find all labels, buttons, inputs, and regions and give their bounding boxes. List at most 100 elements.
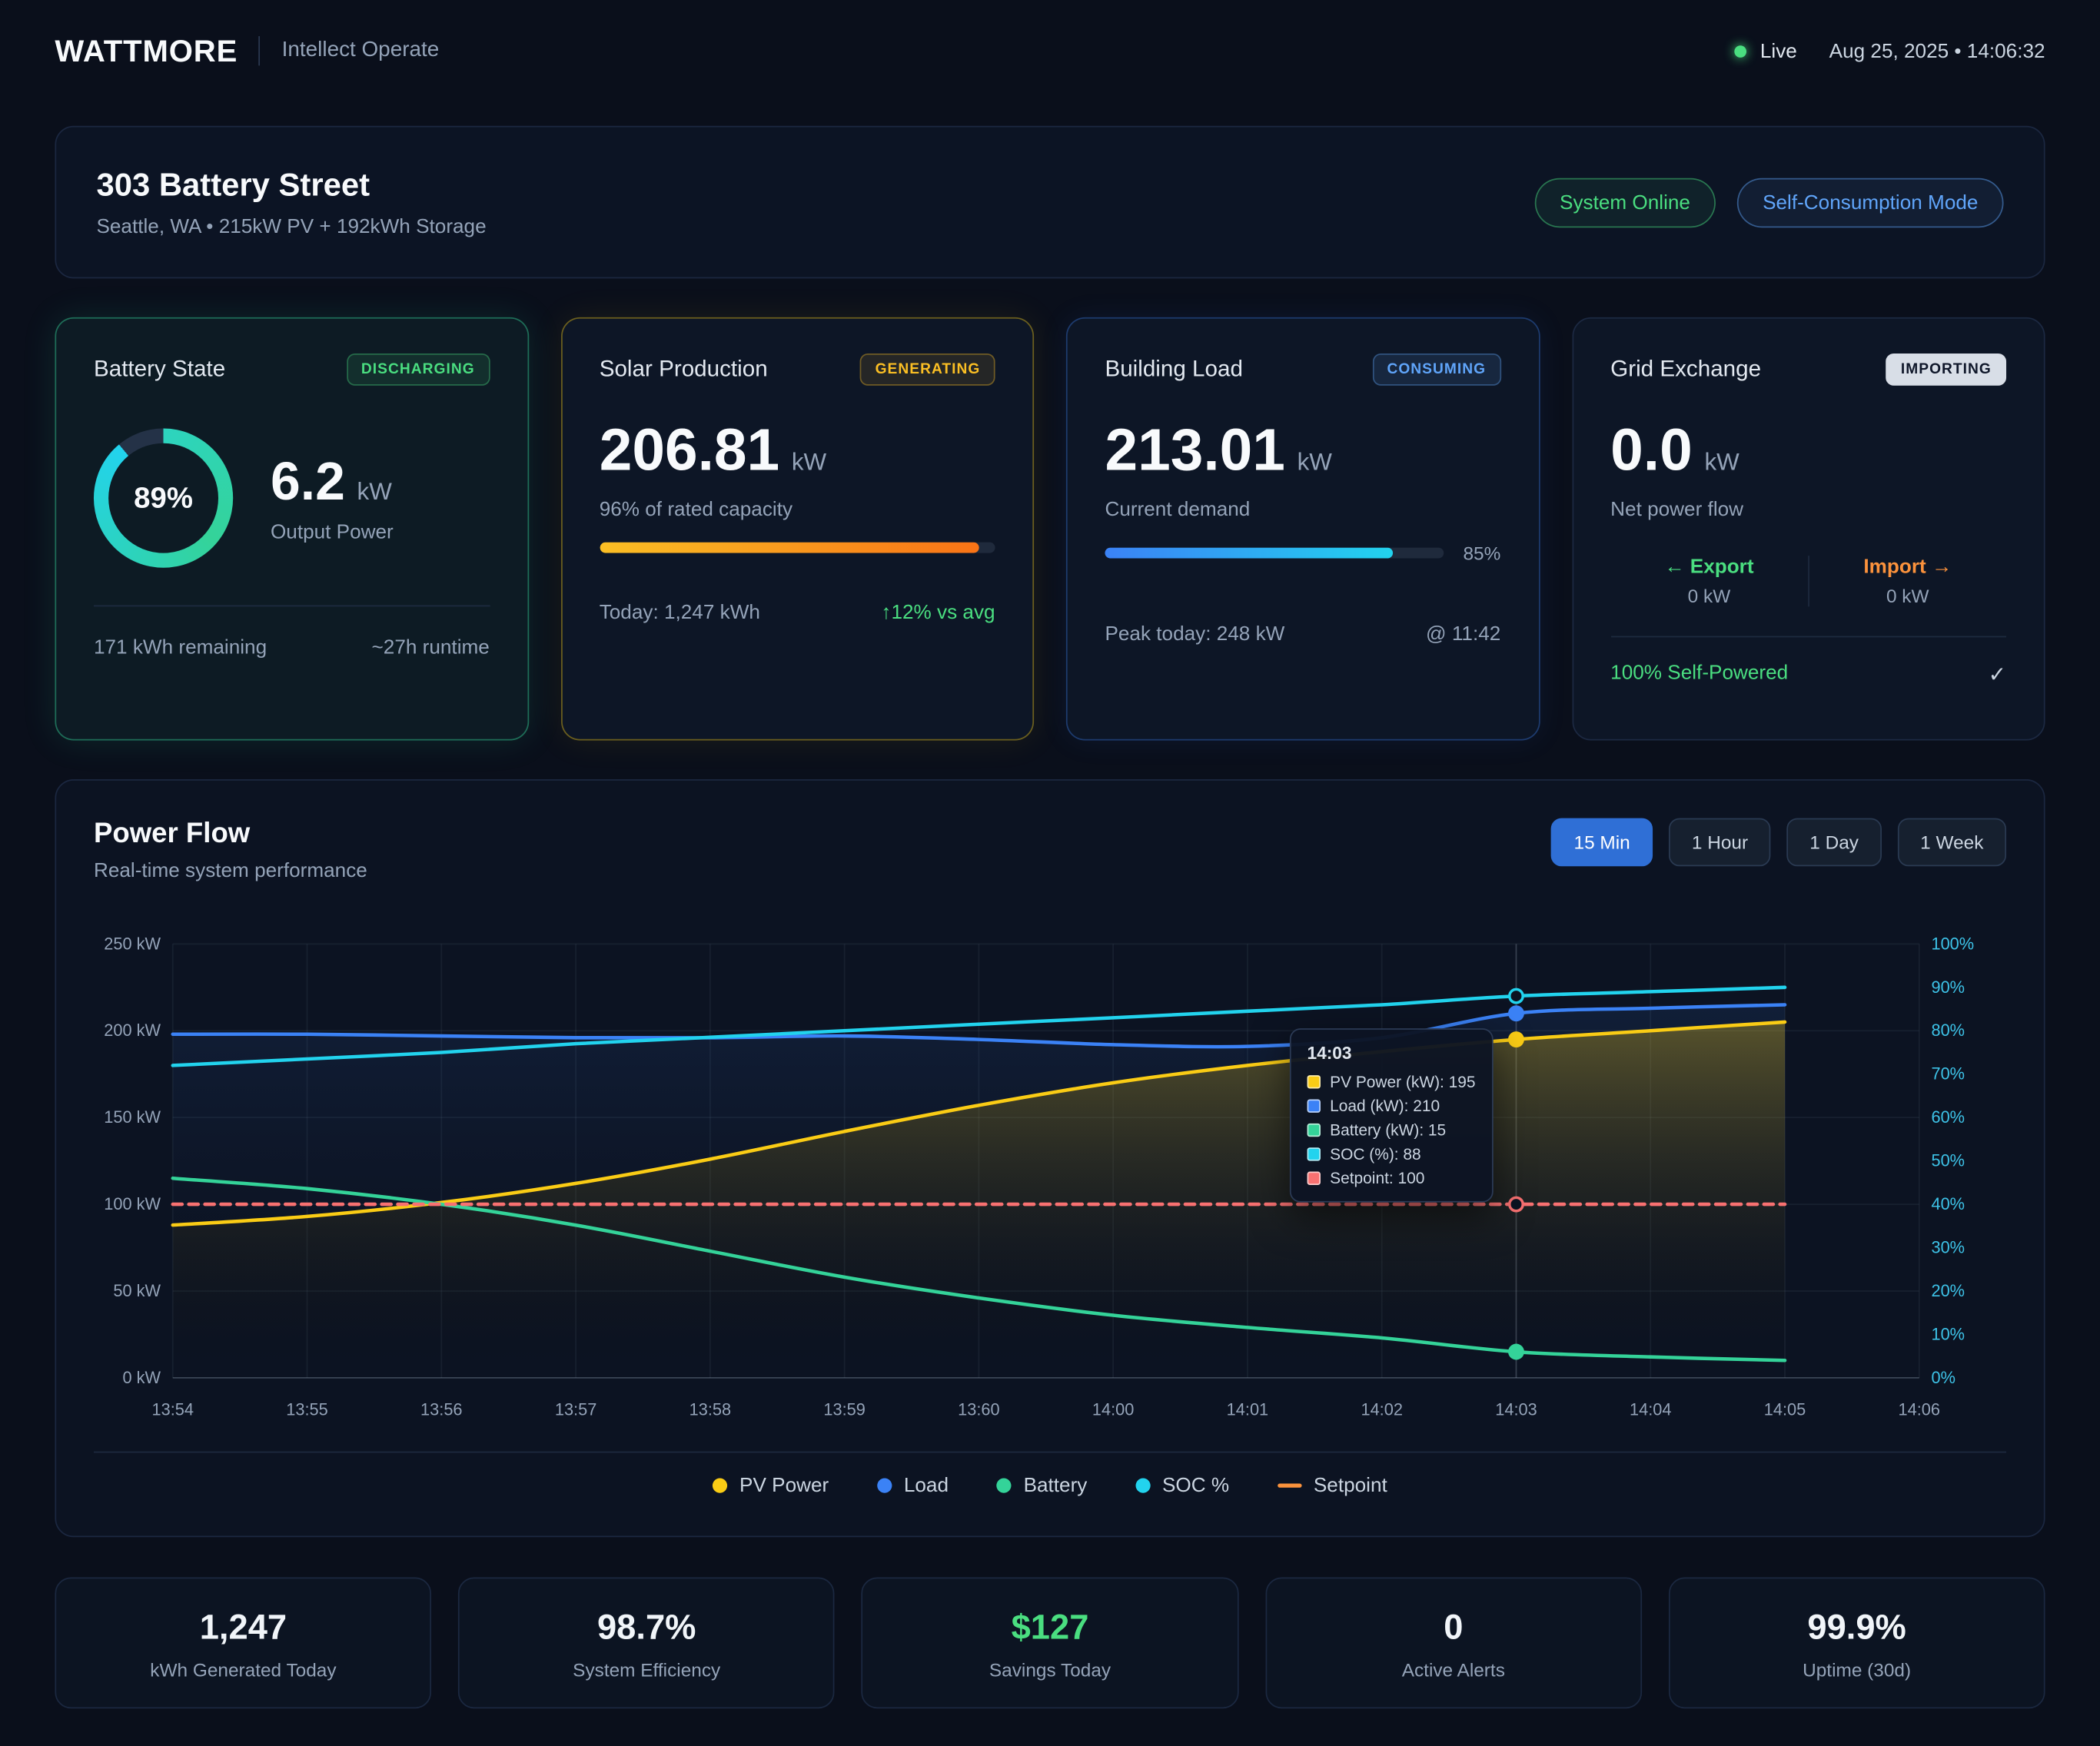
svg-text:13:60: 13:60	[958, 1400, 999, 1419]
marker-soc	[1510, 989, 1523, 1002]
load-peak-time: @ 11:42	[1426, 622, 1500, 646]
top-bar: WATTMORE Intellect Operate Live Aug 25, …	[55, 0, 2045, 75]
svg-text:0%: 0%	[1931, 1368, 1955, 1387]
stat-label: System Efficiency	[573, 1658, 720, 1680]
power-flow-card: Power Flow Real-time system performance …	[55, 779, 2045, 1537]
load-legend-swatch	[877, 1479, 892, 1493]
chart-tooltip: 14:03 PV Power (kW): 195 Load (kW): 210 Ba…	[1290, 1028, 1494, 1203]
load-unit: kW	[1298, 449, 1332, 477]
summary-stats-row: 1,247kWh Generated Today 98.7% System Effi…	[55, 1577, 2045, 1708]
svg-text:90%: 90%	[1931, 978, 1965, 997]
site-details: Seattle, WA • 215kW PV + 192kWh Storage	[96, 215, 486, 238]
marker-battery	[1508, 1344, 1524, 1360]
stat-card-kwh-generated-today: 1,247kWh Generated Today	[55, 1577, 431, 1708]
svg-text:20%: 20%	[1931, 1281, 1965, 1300]
solar-status-badge: GENERATING	[860, 354, 995, 386]
tooltip-swatch	[1308, 1075, 1321, 1088]
solar-production-card: Solar Production GENERATING 206.81 kW 96…	[560, 317, 1034, 741]
battery-status-badge: DISCHARGING	[347, 354, 490, 386]
load-demand-label: Current demand	[1105, 498, 1500, 521]
live-indicator-dot	[1735, 45, 1747, 57]
brand-divider	[259, 36, 261, 65]
legend-item-battery[interactable]: Battery	[997, 1474, 1088, 1497]
grid-unit: kW	[1704, 449, 1739, 477]
svg-text:0 kW: 0 kW	[122, 1368, 161, 1387]
power-flow-title: Power Flow	[94, 818, 367, 851]
grid-export-label: ← Export	[1610, 556, 1808, 579]
battery-power-label: Output Power	[271, 521, 394, 544]
tooltip-row: Battery (kW): 15	[1308, 1120, 1477, 1139]
tooltip-swatch	[1308, 1124, 1321, 1137]
svg-text:13:58: 13:58	[689, 1400, 731, 1419]
legend-item-load[interactable]: Load	[877, 1474, 949, 1497]
svg-text:200 kW: 200 kW	[104, 1021, 161, 1040]
stat-value: 0	[1444, 1606, 1463, 1648]
legend-item-pv-power[interactable]: PV Power	[713, 1474, 829, 1497]
svg-text:30%: 30%	[1931, 1237, 1965, 1256]
battery-power-unit: kW	[357, 478, 392, 506]
site-badge-self-consumption-mode[interactable]: Self-Consumption Mode	[1737, 178, 2004, 227]
svg-text:13:56: 13:56	[420, 1400, 462, 1419]
solar-progress-track	[600, 543, 995, 553]
legend-item-setpoint[interactable]: Setpoint	[1278, 1474, 1387, 1497]
tooltip-swatch	[1308, 1147, 1321, 1160]
legend-item-soc[interactable]: SOC %	[1135, 1474, 1229, 1497]
svg-text:14:04: 14:04	[1630, 1400, 1671, 1419]
live-label: Live	[1760, 39, 1797, 62]
load-progress-fill	[1105, 548, 1393, 559]
stat-value: 98.7%	[597, 1606, 696, 1648]
tooltip-row: Load (kW): 210	[1308, 1097, 1477, 1115]
solar-value: 206.81	[600, 418, 779, 485]
svg-text:70%: 70%	[1931, 1064, 1965, 1084]
stat-value: $127	[1012, 1606, 1089, 1648]
range-button-1-day[interactable]: 1 Day	[1787, 818, 1882, 867]
tooltip-title: 14:03	[1308, 1043, 1477, 1063]
marker-pv-power	[1508, 1031, 1524, 1047]
solar-capacity-label: 96% of rated capacity	[600, 498, 995, 521]
range-button-1-week[interactable]: 1 Week	[1898, 818, 2007, 867]
setpoint-legend-swatch	[1278, 1484, 1301, 1488]
svg-text:40%: 40%	[1931, 1194, 1965, 1213]
solar-vs-avg: ↑12% vs avg	[881, 601, 995, 624]
range-button-1-hour[interactable]: 1 Hour	[1669, 818, 1770, 867]
chart-legend-divider	[94, 1452, 2006, 1453]
range-button-15-min[interactable]: 15 Min	[1551, 818, 1653, 867]
svg-text:13:59: 13:59	[823, 1400, 865, 1419]
tooltip-row: PV Power (kW): 195	[1308, 1073, 1477, 1091]
battery-legend-swatch	[997, 1479, 1012, 1493]
stat-card-savings-today: $127Savings Today	[862, 1577, 1238, 1708]
site-badge-system-online[interactable]: System Online	[1534, 178, 1716, 227]
chart-legend: PV Power Load Battery SOC % Setpoint	[94, 1474, 2006, 1497]
grid-import-value: 0 kW	[1809, 585, 2006, 606]
battery-state-card: Battery State DISCHARGING 89% 6.2 kW Out…	[55, 317, 528, 741]
svg-text:14:02: 14:02	[1361, 1400, 1402, 1419]
tooltip-row: SOC (%): 88	[1308, 1145, 1477, 1163]
load-progress-track	[1105, 548, 1444, 559]
tooltip-swatch	[1308, 1099, 1321, 1112]
svg-text:14:00: 14:00	[1092, 1400, 1134, 1419]
svg-text:150 kW: 150 kW	[104, 1107, 161, 1127]
solar-unit: kW	[792, 449, 826, 477]
solar-card-title: Solar Production	[600, 356, 768, 383]
load-peak-today: Peak today: 248 kW	[1105, 622, 1284, 646]
grid-import-label: Import →	[1809, 556, 2006, 579]
grid-value: 0.0	[1610, 418, 1693, 485]
svg-text:14:01: 14:01	[1227, 1400, 1268, 1419]
brand-logo: WATTMORE	[55, 33, 238, 69]
grid-card-divider	[1610, 636, 2006, 638]
dashboard: WATTMORE Intellect Operate Live Aug 25, …	[0, 0, 2100, 1746]
grid-card-title: Grid Exchange	[1610, 356, 1761, 383]
battery-card-divider	[94, 606, 490, 607]
grid-exchange-card: Grid Exchange IMPORTING 0.0 kW Net power…	[1572, 317, 2045, 741]
stat-card-system-efficiency: 98.7% System Efficiency	[458, 1577, 835, 1708]
grid-export-value: 0 kW	[1610, 585, 1808, 606]
stat-value: 1,247	[200, 1606, 287, 1648]
grid-status-badge: IMPORTING	[1886, 354, 2006, 386]
datetime: Aug 25, 2025 • 14:06:32	[1829, 39, 2045, 62]
stat-cards-row: Battery State DISCHARGING 89% 6.2 kW Out…	[55, 317, 2045, 741]
power-flow-chart: 0 kW50 kW100 kW150 kW200 kW250 kW0%10%20…	[94, 896, 1986, 1432]
grid-flow-label: Net power flow	[1610, 498, 2006, 521]
site-name: 303 Battery Street	[96, 167, 486, 204]
marker-load	[1508, 1005, 1524, 1021]
stat-label: Uptime (30d)	[1803, 1658, 1911, 1680]
